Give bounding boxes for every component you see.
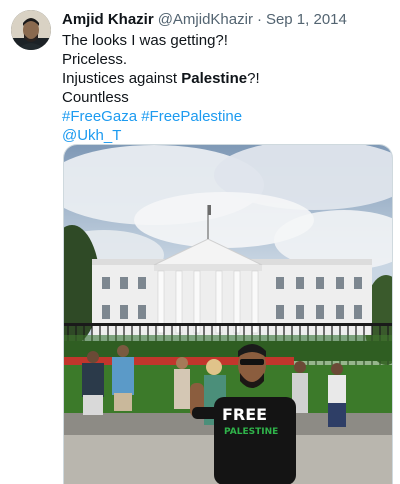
shirt-text-palestine: PALESTINE xyxy=(224,427,278,437)
header-separator: · xyxy=(256,11,262,28)
hashtag-line: #FreeGaza #FreePalestine xyxy=(62,107,392,126)
tweet-line: Priceless. xyxy=(62,51,128,68)
photo-image: FREE PALESTINE xyxy=(64,145,392,484)
hashtag-link[interactable]: #FreePalestine xyxy=(141,108,242,125)
avatar[interactable] xyxy=(11,10,51,50)
tweet-line: The looks I was getting?! xyxy=(62,32,228,49)
tweet-header: Amjid Khazir @AmjidKhazir · Sep 1, 2014 xyxy=(62,10,392,30)
tweet-date[interactable]: Sep 1, 2014 xyxy=(266,10,347,30)
tweet-line: Injustices against Palestine?! xyxy=(62,69,392,88)
tweet-text-segment: ?! xyxy=(247,70,260,87)
tweet-text-segment: Injustices against xyxy=(62,70,182,87)
tweet-card[interactable]: Amjid Khazir @AmjidKhazir · Sep 1, 2014 … xyxy=(0,0,400,484)
mention-line: @Ukh_T xyxy=(62,126,392,145)
hashtag-link[interactable]: #FreeGaza xyxy=(62,108,137,125)
avatar-image xyxy=(11,10,51,50)
shirt-text-free: FREE xyxy=(222,405,267,424)
mention-link[interactable]: @Ukh_T xyxy=(62,127,121,144)
tweet-bold-word: Palestine xyxy=(181,70,248,87)
author-handle[interactable]: @AmjidKhazir xyxy=(158,10,253,30)
tweet-line: Countless xyxy=(62,89,129,106)
tweet-text: The looks I was getting?! Priceless. Inj… xyxy=(62,31,392,145)
author-name[interactable]: Amjid Khazir xyxy=(62,10,154,30)
tweet-photo[interactable]: FREE PALESTINE xyxy=(63,144,393,484)
